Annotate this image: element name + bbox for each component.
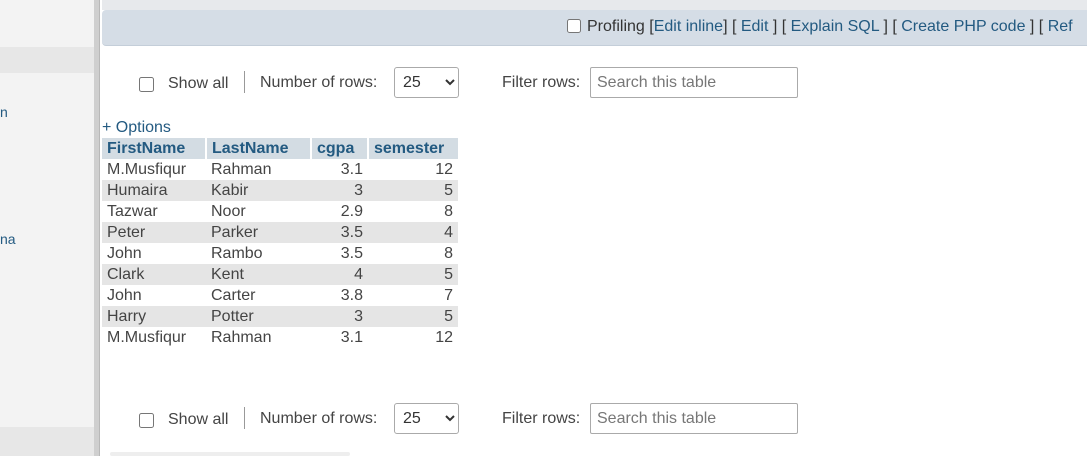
cell-lastname: Carter xyxy=(206,285,311,306)
number-of-rows-select[interactable]: 25 xyxy=(394,67,459,98)
edit-inline-link[interactable]: Edit inline xyxy=(654,18,723,35)
edit-link[interactable]: Edit xyxy=(741,18,769,35)
top-strip xyxy=(102,0,1087,10)
profiling-label: Profiling xyxy=(587,18,645,35)
table-row[interactable]: Tazwar Noor 2.9 8 xyxy=(102,201,458,222)
scroll-shadow xyxy=(110,452,350,456)
cell-lastname: Rahman xyxy=(206,327,311,348)
profiling-options: Profiling [Edit inline] [ Edit ] [ Expla… xyxy=(567,18,1073,36)
create-php-code-link[interactable]: Create PHP code xyxy=(901,18,1025,35)
cell-semester: 12 xyxy=(368,327,458,348)
cell-lastname: Rambo xyxy=(206,243,311,264)
table-row[interactable]: Humaira Kabir 3 5 xyxy=(102,180,458,201)
cell-firstname: Tazwar xyxy=(102,201,206,222)
sidebar-item-fragment[interactable]: n xyxy=(0,104,8,120)
show-all-label[interactable]: Show all xyxy=(168,411,228,429)
cell-firstname: Humaira xyxy=(102,180,206,201)
table-row[interactable]: M.Musfiqur Rahman 3.1 12 xyxy=(102,159,458,180)
cell-semester: 5 xyxy=(368,306,458,327)
cell-firstname: M.Musfiqur xyxy=(102,159,206,180)
filter-rows-label: Filter rows: xyxy=(502,410,581,427)
show-all-label[interactable]: Show all xyxy=(168,75,228,93)
table-row[interactable]: Peter Parker 3.5 4 xyxy=(102,222,458,243)
refresh-link[interactable]: Ref xyxy=(1048,18,1073,35)
cell-semester: 5 xyxy=(368,180,458,201)
cell-cgpa: 3.5 xyxy=(311,243,368,264)
divider xyxy=(244,407,245,429)
divider xyxy=(244,71,245,93)
cell-lastname: Kabir xyxy=(206,180,311,201)
number-of-rows-label: Number of rows: xyxy=(260,410,378,427)
number-of-rows-select[interactable]: 25 xyxy=(394,403,459,434)
filter-rows-label: Filter rows: xyxy=(502,74,581,91)
cell-lastname: Parker xyxy=(206,222,311,243)
column-header-cgpa[interactable]: cgpa xyxy=(311,138,369,159)
cell-semester: 12 xyxy=(368,159,458,180)
cell-semester: 4 xyxy=(368,222,458,243)
cell-firstname: Peter xyxy=(102,222,206,243)
cell-semester: 8 xyxy=(368,243,458,264)
cell-cgpa: 3.1 xyxy=(311,327,368,348)
table-row[interactable]: Harry Potter 3 5 xyxy=(102,306,458,327)
cell-cgpa: 3.1 xyxy=(311,159,368,180)
table-row[interactable]: John Carter 3.8 7 xyxy=(102,285,458,306)
table-navigation-top: Show all Number of rows: 25 Filter rows: xyxy=(0,67,900,103)
profiling-checkbox[interactable] xyxy=(567,19,581,33)
cell-cgpa: 3 xyxy=(311,180,368,201)
table-row[interactable]: John Rambo 3.5 8 xyxy=(102,243,458,264)
cell-cgpa: 3.5 xyxy=(311,222,368,243)
table-header-row: FirstName LastName cgpa semester xyxy=(102,138,458,159)
explain-sql-link[interactable]: Explain SQL xyxy=(791,18,879,35)
cell-firstname: John xyxy=(102,285,206,306)
table-row[interactable]: Clark Kent 4 5 xyxy=(102,264,458,285)
cell-cgpa: 4 xyxy=(311,264,368,285)
cell-firstname: John xyxy=(102,243,206,264)
column-header-semester[interactable]: semester xyxy=(368,138,458,159)
filter-rows-input[interactable] xyxy=(590,403,798,434)
cell-semester: 5 xyxy=(368,264,458,285)
cell-firstname: M.Musfiqur xyxy=(102,327,206,348)
column-header-firstname[interactable]: FirstName xyxy=(102,138,207,159)
results-table: FirstName LastName cgpa semester M.Musfi… xyxy=(102,138,458,348)
show-all-checkbox[interactable] xyxy=(139,413,154,428)
number-of-rows-label: Number of rows: xyxy=(260,74,378,91)
cell-semester: 8 xyxy=(368,201,458,222)
filter-rows-input[interactable] xyxy=(590,67,798,98)
cell-firstname: Harry xyxy=(102,306,206,327)
cell-firstname: Clark xyxy=(102,264,206,285)
table-row[interactable]: M.Musfiqur Rahman 3.1 12 xyxy=(102,327,458,348)
show-all-checkbox[interactable] xyxy=(139,77,154,92)
cell-semester: 7 xyxy=(368,285,458,306)
table-navigation-bottom: Show all Number of rows: 25 Filter rows: xyxy=(0,403,900,439)
cell-lastname: Potter xyxy=(206,306,311,327)
cell-lastname: Rahman xyxy=(206,159,311,180)
cell-lastname: Kent xyxy=(206,264,311,285)
options-toggle-link[interactable]: + Options xyxy=(102,119,171,137)
column-header-lastname[interactable]: LastName xyxy=(206,138,312,159)
cell-cgpa: 3 xyxy=(311,306,368,327)
cell-cgpa: 2.9 xyxy=(311,201,368,222)
cell-lastname: Noor xyxy=(206,201,311,222)
cell-cgpa: 3.8 xyxy=(311,285,368,306)
sidebar-item-fragment[interactable]: na xyxy=(0,231,16,247)
